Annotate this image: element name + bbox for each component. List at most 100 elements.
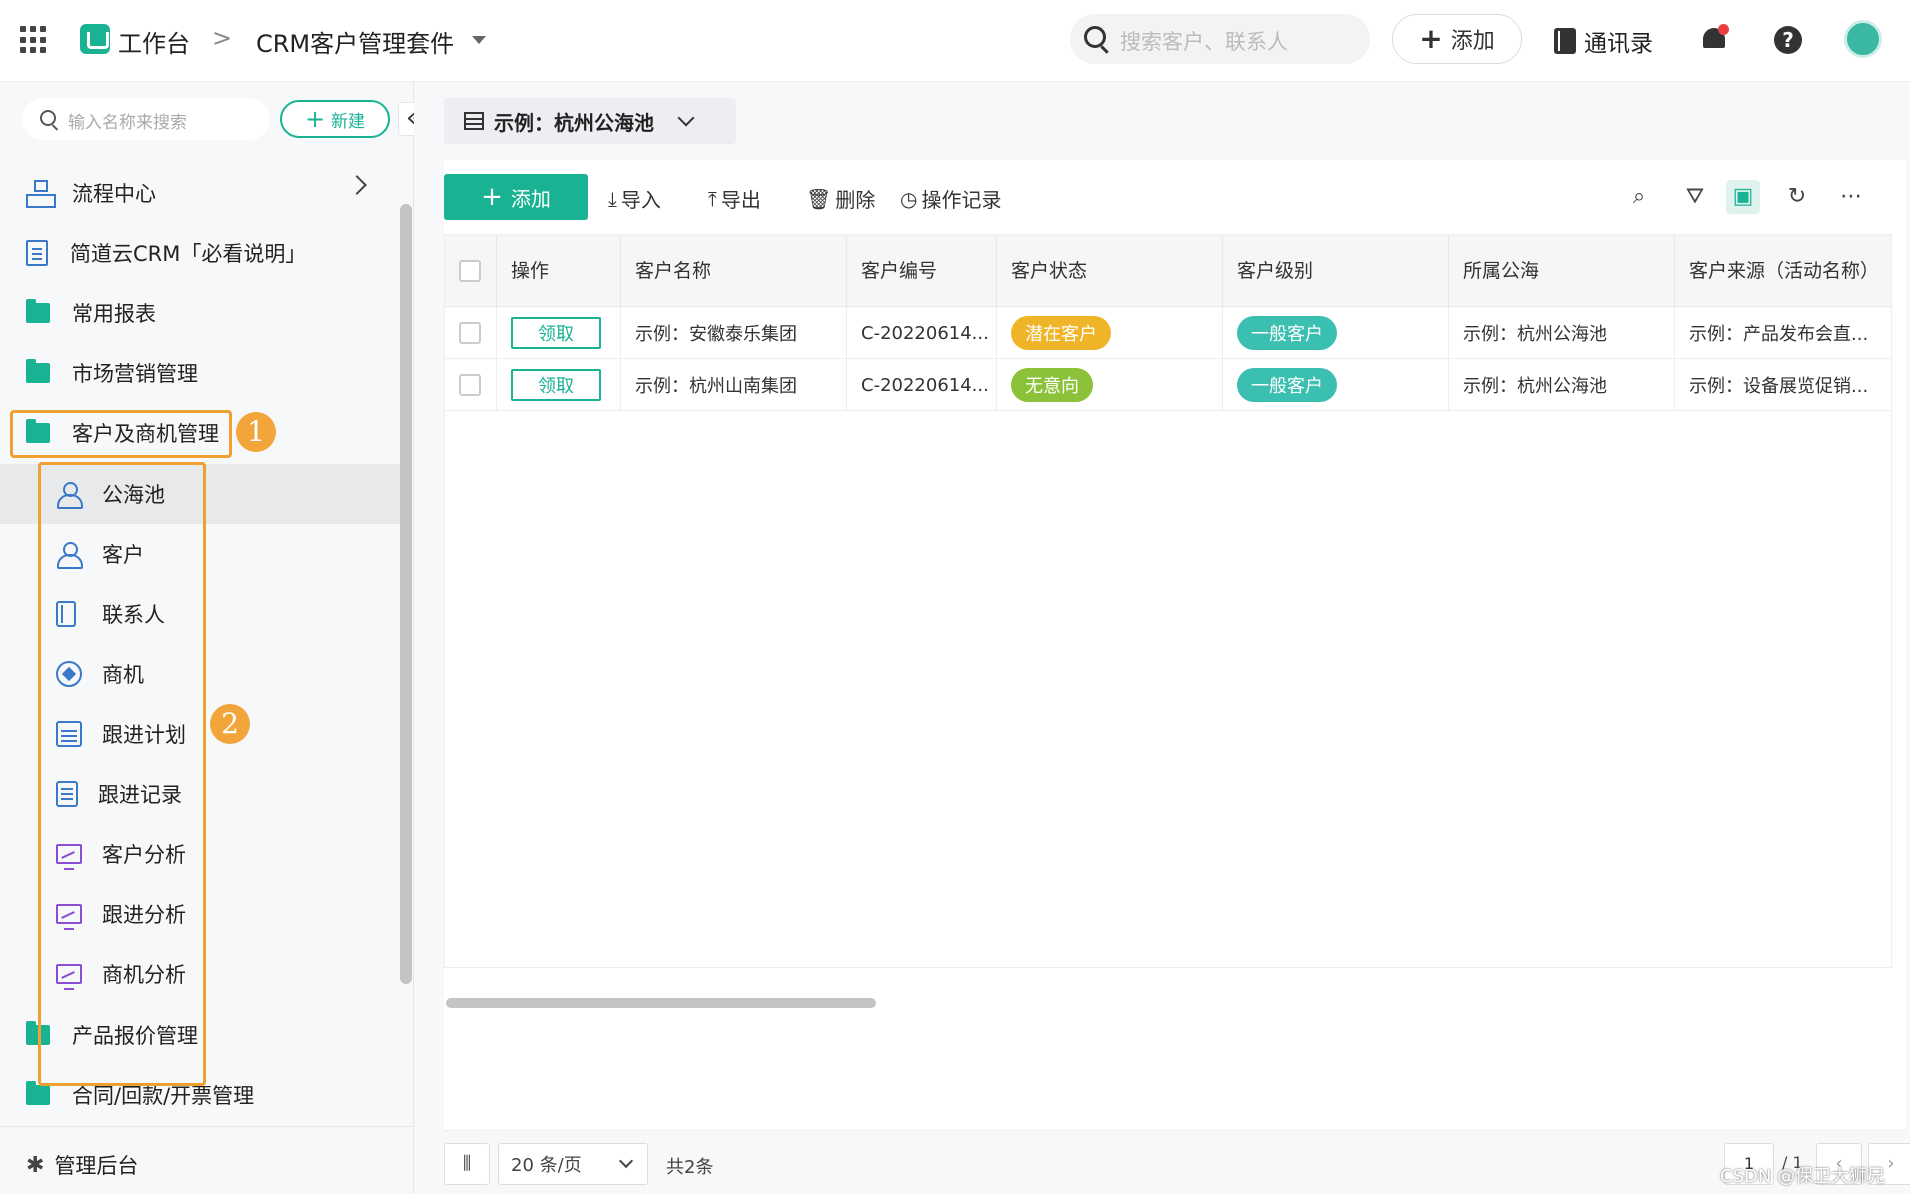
add-record-button[interactable]: + 添加: [444, 174, 588, 220]
column-header[interactable]: 客户名称: [621, 235, 847, 307]
status-cell: 潜在客户: [997, 307, 1223, 359]
view-selector[interactable]: 示例：杭州公海池: [444, 98, 736, 144]
global-search[interactable]: 搜索客户、联系人: [1070, 14, 1370, 64]
sidebar-item-label: 简道云CRM「必看说明」: [70, 242, 307, 266]
log-label: 操作记录: [921, 188, 1002, 212]
caret-down-icon[interactable]: [472, 36, 486, 44]
source-cell: 示例：产品发布会直...: [1689, 324, 1869, 345]
annotation-highlight-1: [10, 410, 232, 458]
export-button[interactable]: ⤒ 导出: [708, 184, 761, 213]
chevron-right-icon: [347, 175, 367, 195]
pagination-bar: ⫼ 20 条/页 共2条 1 / 1 ‹ ›: [444, 1130, 1910, 1194]
status-cell: 无意向: [997, 359, 1223, 411]
address-book-icon: [1554, 28, 1576, 54]
column-settings-icon[interactable]: ⫼: [444, 1143, 490, 1185]
status-badge: 无意向: [1011, 368, 1093, 402]
view-title: 示例：杭州公海池: [494, 110, 654, 135]
row-checkbox[interactable]: [459, 322, 481, 344]
app-name[interactable]: CRM客户管理套件: [256, 24, 454, 59]
search-icon[interactable]: ⌕: [1622, 180, 1656, 214]
avatar[interactable]: [1844, 20, 1882, 58]
search-icon: [1084, 26, 1106, 48]
folder-icon: [26, 359, 50, 383]
delete-button[interactable]: 🗑 删除: [806, 184, 875, 213]
total-count: 共2条: [666, 1157, 714, 1178]
sidebar-item-readme[interactable]: 简道云CRM「必看说明」: [0, 224, 400, 282]
download-icon: ⤓: [608, 186, 617, 211]
plus-icon: +: [1419, 22, 1443, 55]
level-badge: 一般客户: [1237, 368, 1337, 402]
refresh-icon[interactable]: ↻: [1780, 180, 1814, 214]
customer-name-cell: 示例：杭州山南集团: [621, 359, 847, 411]
import-button[interactable]: ⤓ 导入: [608, 184, 661, 213]
row-checkbox-cell: [445, 307, 497, 359]
toolbar: + 添加 ⤓ 导入 ⤒ 导出 🗑 删除 ◷ 操作记录 ⌕ ⛛ ▣ ↻ ⋯: [444, 174, 1906, 220]
sidebar-search[interactable]: 输入名称来搜索: [22, 98, 270, 140]
admin-label: 管理后台: [54, 1154, 139, 1178]
column-header[interactable]: 客户级别: [1223, 235, 1449, 307]
new-button[interactable]: + 新建: [280, 100, 390, 138]
sidebar: 输入名称来搜索 + 新建 « 流程中心 简道云CRM「必看说明」 常用报表 市场…: [0, 82, 430, 1194]
notification-button[interactable]: [1700, 24, 1729, 54]
notification-dot: [1718, 24, 1729, 35]
log-button[interactable]: ◷ 操作记录: [900, 184, 1001, 213]
search-icon: [40, 110, 56, 126]
global-search-placeholder: 搜索客户、联系人: [1120, 30, 1288, 54]
clock-icon: ◷: [900, 186, 918, 211]
table-icon: [464, 112, 484, 130]
sidebar-item-label: 常用报表: [72, 302, 156, 326]
pool-cell: 示例：杭州公海池: [1449, 359, 1675, 411]
workspace-link[interactable]: 工作台: [118, 24, 190, 59]
action-cell: 领取: [497, 359, 621, 411]
data-panel: + 添加 ⤓ 导入 ⤒ 导出 🗑 删除 ◷ 操作记录 ⌕ ⛛ ▣ ↻ ⋯ 操作 …: [444, 160, 1910, 1194]
sidebar-item-flow-center[interactable]: 流程中心: [0, 164, 400, 222]
help-icon[interactable]: ?: [1774, 26, 1802, 54]
table-header: 操作 客户名称 客户编号 客户状态 客户级别 所属公海 客户来源（活动名称）: [445, 235, 1891, 307]
top-add-button[interactable]: + 添加: [1392, 14, 1522, 64]
breadcrumb-separator: >: [212, 24, 233, 52]
select-all-checkbox[interactable]: [459, 260, 481, 282]
column-header[interactable]: 客户来源（活动名称）: [1675, 235, 1891, 307]
main-content: 示例：杭州公海池 + 添加 ⤓ 导入 ⤒ 导出 🗑 删除 ◷ 操作记录 ⌕ ⛛ …: [414, 82, 1910, 1194]
column-header[interactable]: 所属公海: [1449, 235, 1675, 307]
level-cell: 一般客户: [1223, 307, 1449, 359]
annotation-highlight-2: [38, 462, 206, 1086]
gear-icon: ✱: [26, 1152, 45, 1178]
export-label: 导出: [720, 188, 761, 212]
claim-button[interactable]: 领取: [511, 369, 601, 401]
watermark: CSDN @保卫大狮兄: [1720, 1166, 1886, 1187]
table-row[interactable]: 领取 示例：杭州山南集团 C-20220614... 无意向 一般客户 示例：杭…: [445, 359, 1891, 411]
folder-icon: [26, 1081, 50, 1105]
sidebar-item-reports[interactable]: 常用报表: [0, 284, 400, 342]
add-record-label: 添加: [510, 186, 551, 211]
source-cell: 示例：设备展览促销...: [1689, 376, 1869, 397]
import-label: 导入: [620, 188, 661, 212]
contacts-label: 通讯录: [1584, 31, 1653, 57]
page-size-select[interactable]: 20 条/页: [498, 1143, 648, 1185]
table-row[interactable]: 领取 示例：安徽泰乐集团 C-20220614... 潜在客户 一般客户 示例：…: [445, 307, 1891, 359]
page-size-value: 20 条/页: [511, 1155, 582, 1176]
app-grid-icon[interactable]: [20, 26, 48, 54]
column-header[interactable]: 客户编号: [847, 235, 997, 307]
pool-cell: 示例：杭州公海池: [1449, 307, 1675, 359]
admin-link[interactable]: ✱ 管理后台: [26, 1150, 138, 1180]
view-toggle-icon[interactable]: ▣: [1726, 180, 1760, 214]
more-icon[interactable]: ⋯: [1834, 180, 1868, 214]
plus-icon: +: [481, 182, 503, 212]
column-header[interactable]: 操作: [497, 235, 621, 307]
workspace-logo-icon: [80, 24, 110, 54]
filter-icon[interactable]: ⛛: [1678, 180, 1712, 214]
sidebar-item-marketing[interactable]: 市场营销管理: [0, 344, 400, 402]
plus-icon: +: [304, 105, 326, 133]
horizontal-scrollbar[interactable]: [446, 998, 876, 1008]
sidebar-scrollbar[interactable]: [400, 204, 412, 984]
sidebar-item-label: 流程中心: [72, 182, 156, 206]
row-checkbox[interactable]: [459, 374, 481, 396]
customer-name-cell: 示例：安徽泰乐集团: [621, 307, 847, 359]
chevron-down-icon: [618, 1153, 634, 1169]
data-table: 操作 客户名称 客户编号 客户状态 客户级别 所属公海 客户来源（活动名称） 领…: [444, 234, 1892, 968]
column-header[interactable]: 客户状态: [997, 235, 1223, 307]
contacts-button[interactable]: 通讯录: [1554, 24, 1653, 58]
trash-icon: 🗑: [806, 186, 832, 211]
claim-button[interactable]: 领取: [511, 317, 601, 349]
